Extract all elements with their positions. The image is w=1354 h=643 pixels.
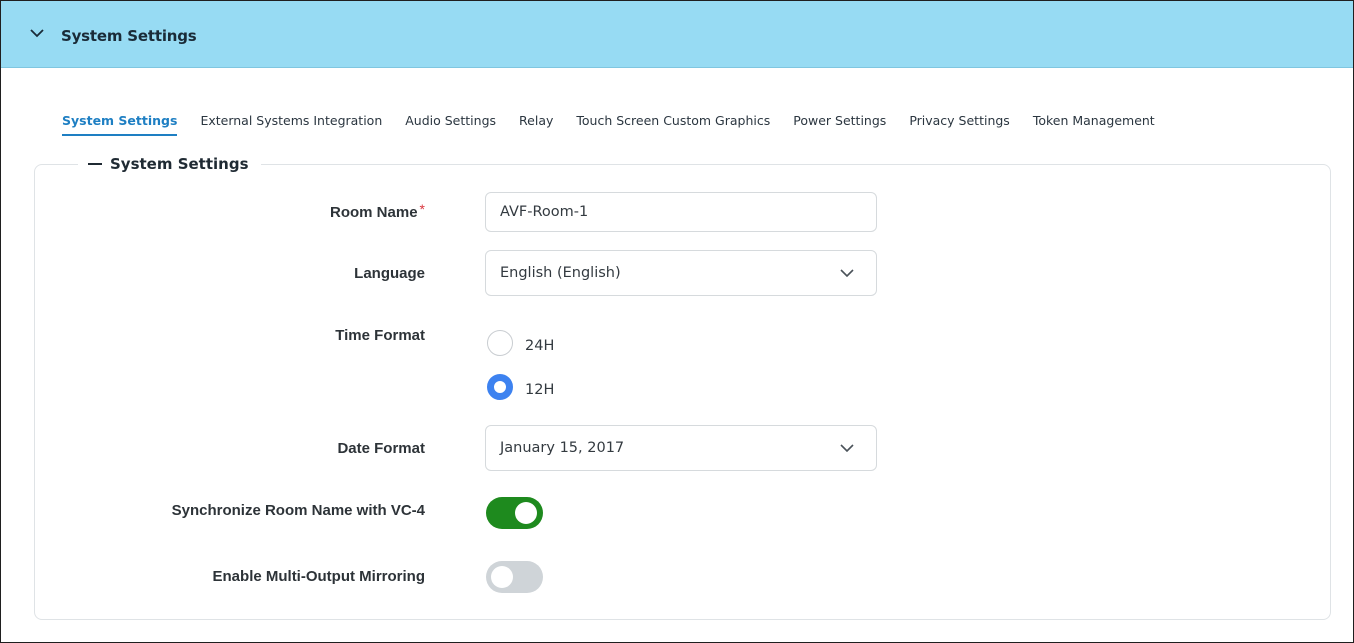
tab-relay[interactable]: Relay [519, 113, 553, 139]
chevron-down-icon [840, 444, 854, 452]
time-format-label: Time Format [335, 327, 425, 344]
language-select[interactable]: English (English) [485, 250, 877, 296]
tab-power-settings[interactable]: Power Settings [793, 113, 886, 139]
minus-icon[interactable] [88, 163, 102, 165]
time-format-option-12h[interactable]: 12H [487, 374, 554, 400]
time-format-option-24h[interactable]: 24H [487, 330, 554, 356]
chevron-down-icon[interactable] [27, 23, 47, 43]
tab-audio-settings[interactable]: Audio Settings [405, 113, 496, 139]
multi-output-mirroring-toggle[interactable] [486, 561, 543, 593]
section-legend-label: System Settings [110, 155, 249, 173]
panel-header[interactable]: System Settings [1, 1, 1353, 68]
room-name-input[interactable]: AVF-Room-1 [485, 192, 877, 232]
room-name-value: AVF-Room-1 [500, 204, 589, 220]
system-settings-section [34, 164, 1331, 620]
language-value: English (English) [500, 265, 621, 281]
room-name-label-text: Room Name [330, 204, 418, 221]
date-format-value: January 15, 2017 [500, 440, 625, 456]
tab-bar: System Settings External Systems Integra… [62, 113, 1155, 139]
radio-12h-label: 12H [525, 382, 555, 398]
toggle-knob [491, 566, 513, 588]
language-label: Language [354, 265, 425, 282]
settings-panel: System Settings System Settings External… [0, 0, 1354, 643]
radio-24h-label: 24H [525, 338, 555, 354]
panel-title: System Settings [61, 27, 197, 45]
multi-output-mirroring-label: Enable Multi-Output Mirroring [212, 568, 425, 585]
required-marker: * [419, 201, 425, 217]
room-name-label: Room Name * [330, 201, 425, 221]
sync-room-name-label: Synchronize Room Name with VC-4 [171, 502, 425, 519]
sync-room-name-toggle[interactable] [486, 497, 543, 529]
section-legend[interactable]: System Settings [78, 153, 261, 175]
radio-12h[interactable] [487, 374, 513, 400]
date-format-label: Date Format [337, 440, 425, 457]
toggle-knob [515, 502, 537, 524]
date-format-select[interactable]: January 15, 2017 [485, 425, 877, 471]
tab-touch-screen-custom-graphics[interactable]: Touch Screen Custom Graphics [576, 113, 770, 139]
radio-24h[interactable] [487, 330, 513, 356]
tab-external-systems-integration[interactable]: External Systems Integration [200, 113, 382, 139]
tab-token-management[interactable]: Token Management [1033, 113, 1155, 139]
tab-privacy-settings[interactable]: Privacy Settings [909, 113, 1010, 139]
tab-system-settings[interactable]: System Settings [62, 113, 178, 139]
chevron-down-icon [840, 269, 854, 277]
